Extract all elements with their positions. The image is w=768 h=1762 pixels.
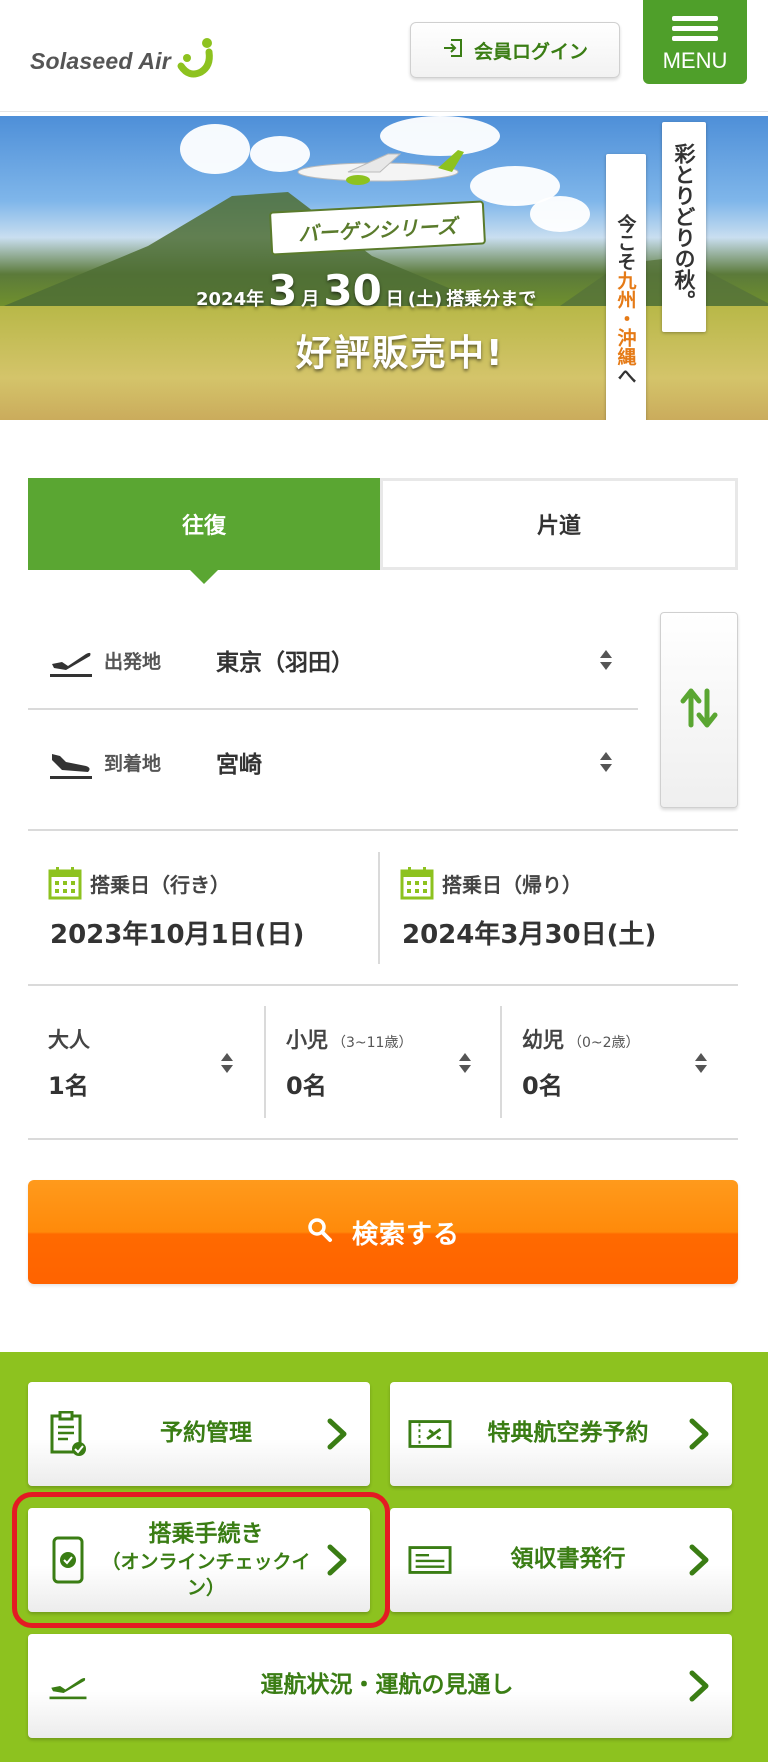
adult-count-select[interactable]: 大人 1名 xyxy=(28,1006,264,1118)
return-date-value: 2024年3月30日(土) xyxy=(402,920,657,950)
divider xyxy=(28,829,738,831)
outbound-date-picker[interactable]: 搭乗日（行き） 2023年10月1日(日) xyxy=(28,852,378,964)
infant-label: 幼児 xyxy=(522,1028,564,1052)
search-label: 検索する xyxy=(351,1219,460,1250)
outbound-date-value: 2023年10月1日(日) xyxy=(50,920,305,950)
hamburger-icon xyxy=(672,11,718,46)
airplane-image xyxy=(288,146,468,196)
arrival-label: 到着地 xyxy=(104,752,162,775)
login-icon xyxy=(442,37,464,63)
swap-vertical-icon xyxy=(679,683,719,737)
chevron-right-icon xyxy=(684,1417,714,1451)
reservation-management-label: 予約管理 xyxy=(160,1420,252,1447)
select-arrows-icon xyxy=(596,646,616,674)
trip-type-tabs: 往復 片道 xyxy=(28,478,738,584)
promo-banner[interactable]: バーゲンシリーズ 2024年 3 月 30 日 (土) 搭乗分まで 好評販売中!… xyxy=(0,116,768,420)
outbound-date-label: 搭乗日（行き） xyxy=(90,872,230,897)
chevron-right-icon xyxy=(684,1543,714,1577)
logo-text: Solaseed Air xyxy=(30,47,171,74)
takeoff-icon xyxy=(46,640,96,680)
route-selector: 出発地 東京（羽田） 到着地 宮崎 xyxy=(28,612,638,812)
clipboard-icon xyxy=(46,1410,90,1458)
flight-status-label: 運航状況・運航の見通し xyxy=(260,1672,514,1699)
arrival-value: 宮崎 xyxy=(216,752,262,778)
departure-select[interactable]: 出発地 東京（羽田） xyxy=(28,612,638,710)
select-arrows-icon xyxy=(218,1050,236,1076)
award-ticket-booking-label: 特典航空券予約 xyxy=(487,1420,649,1447)
tab-one-way[interactable]: 片道 xyxy=(380,478,738,570)
receipt-issue-button[interactable]: 領収書発行 xyxy=(390,1508,732,1612)
child-count-select[interactable]: 小児 （3~11歳） 0名 xyxy=(266,1006,502,1118)
logo-mark-icon xyxy=(175,36,215,80)
banner-tagline-autumn: 彩とりどりの秋。 xyxy=(662,122,706,332)
menu-label: MENU xyxy=(662,47,728,73)
swap-route-button[interactable] xyxy=(660,612,738,808)
banner-sale-text: 好評販売中! xyxy=(296,333,505,374)
arrival-select[interactable]: 到着地 宮崎 xyxy=(28,712,638,812)
infant-age-note: （0~2歳） xyxy=(568,1035,640,1051)
departure-label: 出発地 xyxy=(104,650,162,673)
landing-icon xyxy=(46,742,96,782)
header: Solaseed Air 会員ログイン MENU xyxy=(0,0,768,112)
tab-round-trip[interactable]: 往復 xyxy=(28,478,380,584)
divider xyxy=(28,1138,738,1140)
member-login-button[interactable]: 会員ログイン xyxy=(410,22,620,78)
flight-status-button[interactable]: 運航状況・運航の見通し xyxy=(28,1634,732,1738)
receipt-issue-label: 領収書発行 xyxy=(510,1546,626,1573)
infant-count-select[interactable]: 幼児 （0~2歳） 0名 xyxy=(502,1006,738,1118)
ticket-icon xyxy=(408,1410,452,1458)
chevron-right-icon xyxy=(322,1417,352,1451)
calendar-icon xyxy=(48,866,82,900)
logo[interactable]: Solaseed Air xyxy=(30,38,215,80)
banner-tagline-kyushu: 今こそ 九州・沖縄へ xyxy=(606,154,646,420)
reservation-management-button[interactable]: 予約管理 xyxy=(28,1382,370,1486)
adult-label: 大人 xyxy=(48,1028,90,1052)
checkin-highlight-outline xyxy=(12,1492,390,1628)
menu-button[interactable]: MENU xyxy=(643,0,747,84)
search-button[interactable]: 検索する xyxy=(28,1180,738,1284)
takeoff-icon xyxy=(46,1662,90,1710)
award-ticket-booking-button[interactable]: 特典航空券予約 xyxy=(390,1382,732,1486)
search-icon xyxy=(306,1216,334,1248)
select-arrows-icon xyxy=(692,1050,710,1076)
divider xyxy=(28,984,738,986)
return-date-label: 搭乗日（帰り） xyxy=(442,872,582,897)
receipt-icon xyxy=(408,1536,452,1584)
departure-value: 東京（羽田） xyxy=(216,650,354,676)
banner-date: 2024年 3 月 30 日 (土) 搭乗分まで xyxy=(196,266,537,315)
calendar-icon xyxy=(400,866,434,900)
select-arrows-icon xyxy=(456,1050,474,1076)
chevron-right-icon xyxy=(684,1669,714,1703)
member-login-label: 会員ログイン xyxy=(473,40,588,63)
select-arrows-icon xyxy=(596,748,616,776)
child-label: 小児 xyxy=(286,1028,328,1052)
return-date-picker[interactable]: 搭乗日（帰り） 2024年3月30日(土) xyxy=(380,852,738,964)
child-age-note: （3~11歳） xyxy=(332,1035,413,1051)
